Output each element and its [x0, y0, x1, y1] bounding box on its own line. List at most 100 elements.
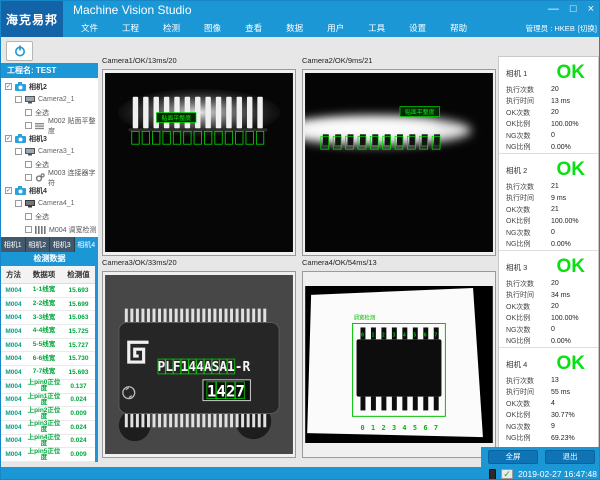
table-header-row: 方法 数据项 检测值 — [1, 266, 95, 284]
camera2-view: Camera2/OK/9ms/21 贴面平整度 — [302, 56, 496, 256]
monitor-icon — [25, 96, 35, 104]
checkbox-checked[interactable] — [5, 83, 12, 90]
checkbox-checked[interactable] — [5, 187, 12, 194]
cell-value: 15.727 — [62, 342, 95, 349]
switch-user-link[interactable]: [切换] — [578, 23, 597, 34]
status-badge: OK — [557, 62, 586, 84]
metric-value: 34 ms — [551, 292, 570, 299]
fullscreen-button[interactable]: 全屏 — [488, 450, 538, 464]
power-button[interactable] — [6, 41, 33, 61]
tree-item-m003[interactable]: M003 连接器字符 — [1, 171, 98, 184]
metric-value: 21 — [551, 183, 559, 190]
checkbox[interactable] — [15, 148, 22, 155]
checkbox[interactable] — [25, 122, 32, 129]
menu-item-tools[interactable]: 工具 — [356, 22, 397, 34]
cell-item: 上pin0正位度 — [26, 380, 62, 392]
camera3-frame[interactable]: PLF144ASA1-R 1427 — [102, 271, 296, 458]
camera1-overlay-label: 贴面平整度 — [161, 114, 191, 122]
table-scrollbar[interactable] — [95, 252, 98, 462]
menu-item-image[interactable]: 图像 — [192, 22, 233, 34]
cell-method: M004 — [1, 314, 26, 321]
tab-camera1[interactable]: 相机1 — [1, 237, 26, 252]
menu-item-settings[interactable]: 设置 — [397, 22, 438, 34]
metric-label: OK次数 — [506, 108, 551, 118]
tree-item-select-all[interactable]: 全选 — [1, 210, 98, 223]
tab-camera3[interactable]: 相机3 — [50, 237, 75, 252]
tree-item-camera4-1[interactable]: Camera4_1 — [1, 197, 98, 210]
checkbox[interactable] — [25, 161, 32, 168]
menu-item-data[interactable]: 数据 — [274, 22, 315, 34]
column-header-method: 方法 — [1, 269, 26, 280]
stats-section-camera4: 相机 4 OK 执行次数13 执行时间55 ms OK次数4 OK比例30.77… — [499, 348, 598, 445]
minimize-button[interactable]: — — [548, 2, 559, 16]
tree-label: M002 贴面平整度 — [48, 116, 98, 136]
cell-item: 上pin2正位度 — [26, 408, 62, 420]
metric-label: OK比例 — [506, 216, 551, 226]
exit-button[interactable]: 退出 — [545, 450, 595, 464]
status-bar: 2019-02-27 16:47:48 — [1, 467, 600, 480]
menu-item-project[interactable]: 工程 — [110, 22, 151, 34]
cell-item: 2-2线宽 — [26, 301, 62, 307]
camera1-header: Camera1/OK/13ms/20 — [102, 56, 296, 69]
metric-label: NG比例 — [506, 336, 551, 346]
camera2-frame[interactable]: 贴面平整度 — [302, 69, 496, 256]
tree-item-camera2-1[interactable]: Camera2_1 — [1, 93, 98, 106]
metric-value: 4 — [551, 400, 555, 407]
menu-item-detect[interactable]: 检测 — [151, 22, 192, 34]
tab-camera4-active[interactable]: 相机4 — [75, 237, 99, 252]
camera1-frame[interactable]: 贴面平整度 — [102, 69, 296, 256]
cell-method: M004 — [1, 287, 26, 294]
close-button[interactable]: × — [588, 2, 594, 16]
tree-item-m004[interactable]: M004 调宽检测 — [1, 223, 98, 236]
metric-value: 100.00% — [551, 121, 579, 128]
stats-camera-name: 相机 2 — [506, 165, 527, 176]
cell-value: 15.730 — [62, 355, 95, 362]
tab-camera2[interactable]: 相机2 — [26, 237, 51, 252]
checkbox[interactable] — [15, 96, 22, 103]
camera4-frame[interactable]: 调宽检测 0 1 2 3 4 5 6 7 0 1 2 3 4 5 6 7 — [302, 271, 496, 458]
cell-item: 上pin1正位度 — [26, 394, 62, 406]
tree-item-camera2[interactable]: 相机2 — [1, 80, 98, 93]
checkbox[interactable] — [25, 174, 32, 181]
checkbox[interactable] — [15, 200, 22, 207]
stats-section-camera3: 相机 3 OK 执行次数20 执行时间34 ms OK次数20 OK比例100.… — [499, 251, 598, 348]
checkbox-checked[interactable] — [5, 135, 12, 142]
menu-item-view[interactable]: 查看 — [233, 22, 274, 34]
metric-value: 13 — [551, 377, 559, 384]
checkbox[interactable] — [25, 226, 32, 233]
metric-value: 30.77% — [551, 412, 575, 419]
menu-item-file[interactable]: 文件 — [69, 22, 110, 34]
detection-data-table: 方法 数据项 检测值 M0041-1线宽15.693 M0042-2线宽15.6… — [1, 266, 95, 462]
table-row: M0044-4线宽15.725 — [1, 325, 95, 339]
window-controls: — □ × — [548, 2, 594, 16]
stats-camera-name: 相机 4 — [506, 359, 527, 370]
cell-method: M004 — [1, 369, 26, 376]
restore-button[interactable]: □ — [570, 2, 577, 16]
tree-item-camera3-1[interactable]: Camera3_1 — [1, 145, 98, 158]
gears-icon — [35, 173, 45, 182]
checkbox[interactable] — [25, 109, 32, 116]
cell-item: 3-3线宽 — [26, 315, 62, 321]
flatness-tool-icon — [35, 122, 45, 130]
checkbox[interactable] — [25, 213, 32, 220]
cell-method: M004 — [1, 437, 26, 444]
metric-label: OK比例 — [506, 410, 551, 420]
cell-method: M004 — [1, 355, 26, 362]
table-row: M0046-6线宽15.730 — [1, 352, 95, 366]
metric-label: OK比例 — [506, 313, 551, 323]
cell-item: 6-6线宽 — [26, 356, 62, 362]
table-row: M0045-5线宽15.727 — [1, 339, 95, 353]
metric-value: 20 — [551, 303, 559, 310]
pins-comb-icon — [35, 226, 46, 234]
menu-item-help[interactable]: 帮助 — [438, 22, 479, 34]
monitor-icon — [25, 200, 35, 208]
metric-label: 执行时间 — [506, 290, 551, 300]
menu-item-user[interactable]: 用户 — [315, 22, 356, 34]
metric-value: 9 — [551, 423, 555, 430]
footer-button-strip: 全屏 退出 — [481, 447, 600, 467]
metric-value: 0 — [551, 132, 555, 139]
metric-value: 0.00% — [551, 241, 571, 248]
metric-label: NG比例 — [506, 142, 551, 152]
cell-method: M004 — [1, 424, 26, 431]
tree-item-m002[interactable]: M002 贴面平整度 — [1, 119, 98, 132]
